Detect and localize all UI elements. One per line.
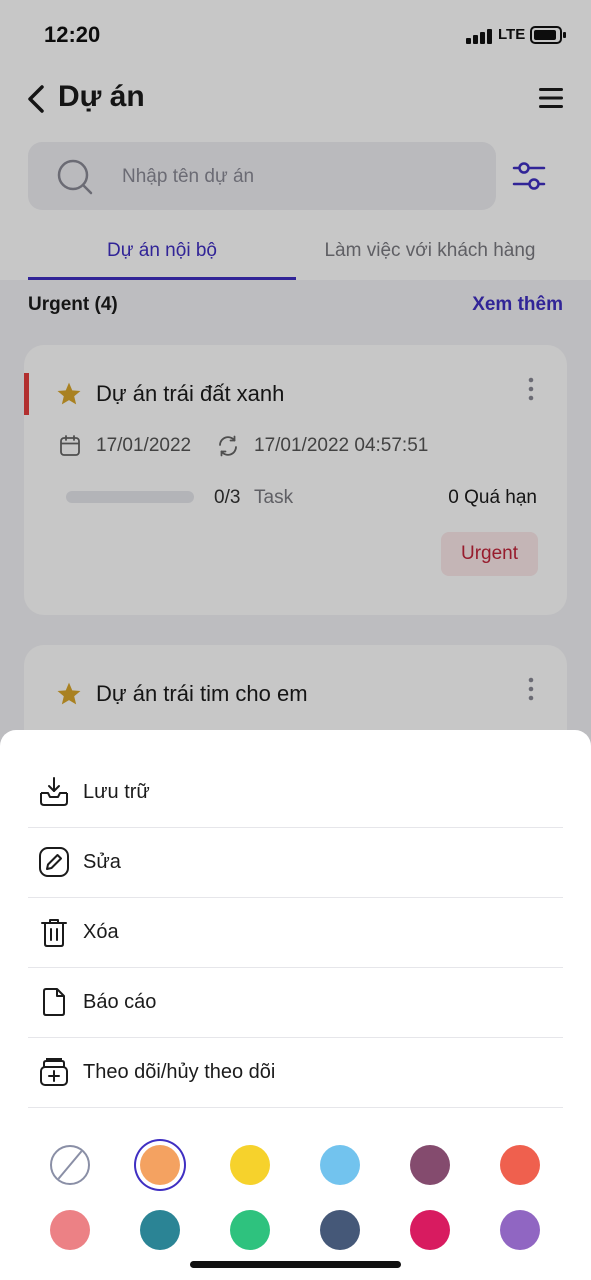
- report-icon: [43, 988, 65, 1016]
- report-label: Báo cáo: [83, 991, 157, 1013]
- follow-label: Theo dõi/hủy theo dõi: [83, 1061, 276, 1083]
- edit-label: Sửa: [83, 851, 121, 873]
- color-swatch-plum[interactable]: [410, 1145, 450, 1185]
- archive-icon: [40, 777, 68, 806]
- color-swatch-green[interactable]: [230, 1210, 270, 1250]
- color-swatch-teal[interactable]: [140, 1210, 180, 1250]
- delete-label: Xóa: [83, 921, 119, 943]
- color-swatch-orange[interactable]: [140, 1145, 180, 1185]
- archive-label: Lưu trữ: [83, 781, 150, 803]
- color-swatch-slate[interactable]: [320, 1210, 360, 1250]
- color-swatch-magenta[interactable]: [410, 1210, 450, 1250]
- edit-action[interactable]: Sửa: [28, 828, 563, 898]
- follow-action[interactable]: Theo dõi/hủy theo dõi: [28, 1038, 563, 1108]
- color-swatch-purple[interactable]: [500, 1210, 540, 1250]
- color-swatch-none[interactable]: [50, 1145, 90, 1185]
- color-swatch-light-blue[interactable]: [320, 1145, 360, 1185]
- color-swatch-coral[interactable]: [500, 1145, 540, 1185]
- edit-icon: [39, 847, 69, 877]
- color-swatch-yellow[interactable]: [230, 1145, 270, 1185]
- follow-icon: [40, 1058, 68, 1086]
- delete-action[interactable]: Xóa: [28, 898, 563, 968]
- archive-action[interactable]: Lưu trữ: [28, 758, 563, 828]
- trash-icon: [41, 919, 67, 947]
- action-sheet: Lưu trữ Sửa Xóa Báo cáo Theo dõi/hủy the…: [0, 730, 591, 1280]
- color-swatch-pink[interactable]: [50, 1210, 90, 1250]
- report-action[interactable]: Báo cáo: [28, 968, 563, 1038]
- home-indicator[interactable]: [190, 1261, 401, 1268]
